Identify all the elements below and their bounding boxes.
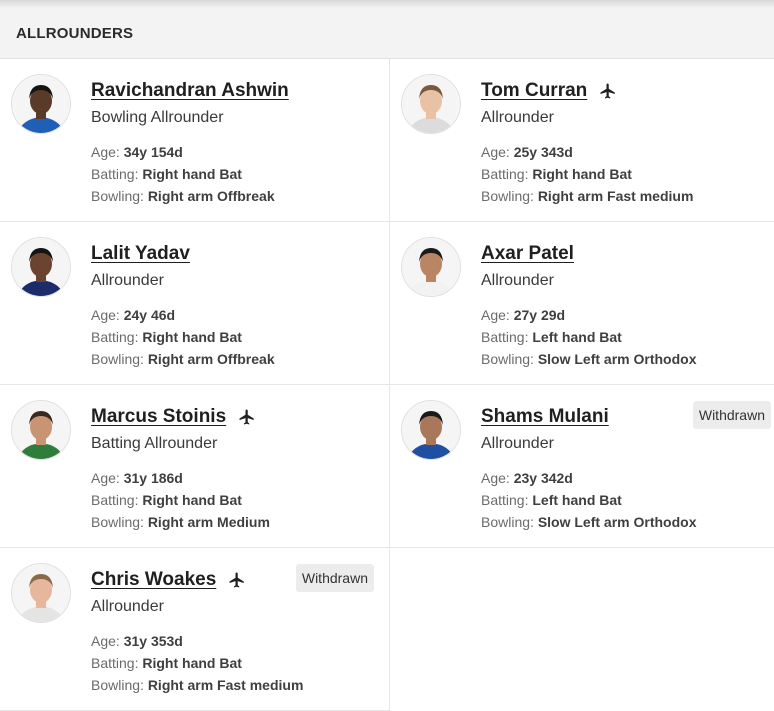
player-name-link[interactable]: Marcus Stoinis xyxy=(91,406,226,428)
player-role: Batting Allrounder xyxy=(91,435,218,452)
player-name-link[interactable]: Shams Mulani xyxy=(481,406,609,428)
player-age: Age: 31y 353d xyxy=(91,633,183,649)
player-avatar[interactable] xyxy=(11,237,71,297)
player-card-ravichandran-ashwin: Ravichandran Ashwin Bowling Allrounder A… xyxy=(0,59,390,222)
player-name-link[interactable]: Lalit Yadav xyxy=(91,243,190,265)
player-batting-style: Batting: Right hand Bat xyxy=(91,166,242,182)
player-role: Allrounder xyxy=(481,109,554,126)
player-bowling-style: Bowling: Slow Left arm Orthodox xyxy=(481,514,697,530)
player-card-shams-mulani: Shams Mulani Allrounder Age: 23y 342d Ba… xyxy=(390,385,774,548)
player-bowling-style: Bowling: Slow Left arm Orthodox xyxy=(481,351,697,367)
player-bowling-style: Bowling: Right arm Offbreak xyxy=(91,188,275,204)
player-photo xyxy=(12,401,70,459)
player-role: Allrounder xyxy=(481,272,554,289)
player-role: Bowling Allrounder xyxy=(91,109,224,126)
player-name-link[interactable]: Chris Woakes xyxy=(91,569,216,591)
player-batting-style: Batting: Right hand Bat xyxy=(481,166,632,182)
player-photo xyxy=(402,238,460,296)
player-batting-style: Batting: Right hand Bat xyxy=(91,329,242,345)
player-role: Allrounder xyxy=(91,598,164,615)
player-name-link[interactable]: Tom Curran xyxy=(481,80,587,102)
empty-card-slot xyxy=(390,548,774,711)
top-shadow-bar xyxy=(0,0,774,8)
player-age: Age: 25y 343d xyxy=(481,144,573,160)
withdrawn-badge: Withdrawn xyxy=(295,564,374,592)
player-age: Age: 23y 342d xyxy=(481,470,573,486)
section-title: ALLROUNDERS xyxy=(0,8,774,59)
overseas-plane-icon xyxy=(238,408,256,426)
player-avatar[interactable] xyxy=(401,74,461,134)
player-name-link[interactable]: Axar Patel xyxy=(481,243,574,265)
player-age: Age: 24y 46d xyxy=(91,307,176,323)
player-card-lalit-yadav: Lalit Yadav Allrounder Age: 24y 46d Batt… xyxy=(0,222,390,385)
player-name-link[interactable]: Ravichandran Ashwin xyxy=(91,80,289,102)
player-bowling-style: Bowling: Right arm Medium xyxy=(91,514,270,530)
player-card-axar-patel: Axar Patel Allrounder Age: 27y 29d Batti… xyxy=(390,222,774,385)
player-card-tom-curran: Tom Curran Allrounder Age: 25y 343d Batt… xyxy=(390,59,774,222)
player-age: Age: 34y 154d xyxy=(91,144,183,160)
player-grid: Ravichandran Ashwin Bowling Allrounder A… xyxy=(0,59,774,711)
player-batting-style: Batting: Right hand Bat xyxy=(91,492,242,508)
player-card-marcus-stoinis: Marcus Stoinis Batting Allrounder Age: 3… xyxy=(0,385,390,548)
player-photo xyxy=(402,401,460,459)
player-role: Allrounder xyxy=(481,435,554,452)
player-avatar[interactable] xyxy=(11,400,71,460)
player-photo xyxy=(12,564,70,622)
player-avatar[interactable] xyxy=(401,400,461,460)
player-avatar[interactable] xyxy=(401,237,461,297)
player-photo xyxy=(12,238,70,296)
player-avatar[interactable] xyxy=(11,563,71,623)
player-batting-style: Batting: Right hand Bat xyxy=(91,655,242,671)
player-bowling-style: Bowling: Right arm Fast medium xyxy=(481,188,694,204)
player-bowling-style: Bowling: Right arm Fast medium xyxy=(91,677,304,693)
player-avatar[interactable] xyxy=(11,74,71,134)
player-bowling-style: Bowling: Right arm Offbreak xyxy=(91,351,275,367)
player-age: Age: 31y 186d xyxy=(91,470,183,486)
player-role: Allrounder xyxy=(91,272,164,289)
overseas-plane-icon xyxy=(228,571,246,589)
player-photo xyxy=(12,75,70,133)
player-batting-style: Batting: Left hand Bat xyxy=(481,329,622,345)
player-photo xyxy=(402,75,460,133)
withdrawn-badge: Withdrawn xyxy=(692,401,771,429)
player-card-chris-woakes: Chris Woakes Allrounder Age: 31y 353d Ba… xyxy=(0,548,390,711)
overseas-plane-icon xyxy=(599,82,617,100)
player-batting-style: Batting: Left hand Bat xyxy=(481,492,622,508)
player-age: Age: 27y 29d xyxy=(481,307,566,323)
